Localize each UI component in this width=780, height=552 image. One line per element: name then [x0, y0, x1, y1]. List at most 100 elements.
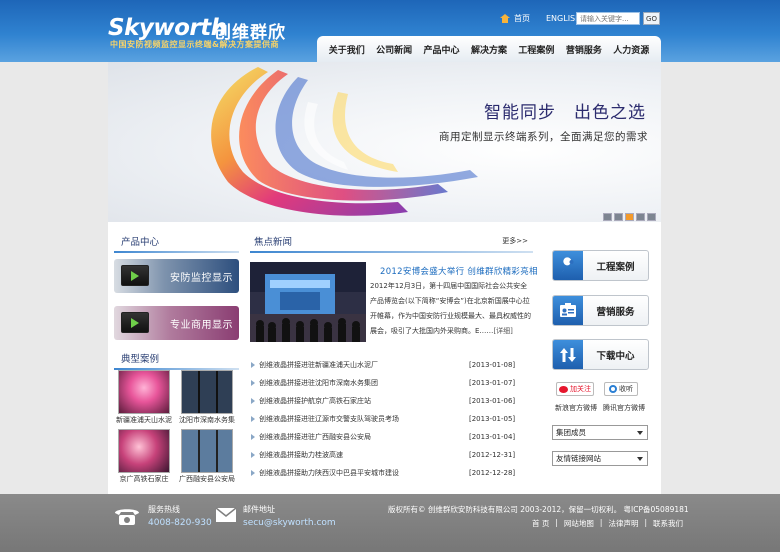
friend-links-select[interactable]: 友情链接网站: [552, 451, 648, 466]
select-value: 友情链接网站: [556, 454, 601, 463]
sina-follow-button[interactable]: 加关注: [556, 382, 594, 396]
news-item-date: [2012-12-28]: [469, 469, 516, 477]
case-caption[interactable]: 京广高铁石家庄: [113, 474, 175, 484]
products-title: 产品中心: [121, 237, 160, 248]
news-list: 创维液晶拼接进驻新疆准浦天山水泥厂 [2013-01-08] 创维液晶拼接进驻沈阳市…: [250, 356, 533, 482]
copyright-text: 版权所有© 创维群欣安防科技有限公司 2003-2012，保留一切权利。 粤IC…: [388, 505, 689, 514]
banner-pager: [603, 213, 656, 221]
news-list-item[interactable]: 创维液晶拼接进驻沈阳市深南水务集团 [2013-01-07]: [250, 374, 533, 392]
marketing-quick-button[interactable]: 营销服务: [552, 295, 649, 326]
footer-separator: |: [599, 518, 603, 527]
quick-button-label: 营销服务: [596, 306, 635, 318]
quick-button-label: 下载中心: [596, 350, 635, 362]
case-image[interactable]: [181, 429, 233, 473]
main-nav: 关于我们 公司新闻 产品中心 解决方案 工程案例 营销服务 人力资源: [317, 36, 661, 62]
wrench-icon: [553, 251, 583, 280]
banner-dot[interactable]: [614, 213, 623, 221]
group-members-select[interactable]: 集团成员: [552, 425, 648, 440]
news-item-title[interactable]: 创维液晶拼接护航京广高铁石家庄站: [259, 396, 469, 406]
nav-solutions[interactable]: 解决方案: [471, 43, 507, 56]
case-image[interactable]: [181, 370, 233, 414]
news-list-item[interactable]: 创维液晶拼接助力陕西汉中巴县平安城市建设 [2012-12-28]: [250, 464, 533, 482]
search-input[interactable]: [576, 12, 640, 25]
news-item-title[interactable]: 创维液晶拼接进驻新疆准浦天山水泥厂: [259, 360, 469, 370]
news-item-title[interactable]: 创维液晶拼接进驻沈阳市深南水务集团: [259, 378, 469, 388]
tencent-listen-button[interactable]: 收听: [604, 382, 638, 396]
footer-link[interactable]: 首 页: [532, 518, 549, 529]
news-section-header: 焦点新闻 更多>>: [250, 234, 533, 253]
left-gutter: [0, 62, 108, 494]
tencent-listen-label: 收听: [619, 385, 633, 393]
case-caption[interactable]: 新疆准浦天山水泥: [113, 415, 175, 425]
banner-dot[interactable]: [625, 213, 634, 221]
news-item-title[interactable]: 创维液晶拼接进驻广西融安县公安局: [259, 432, 469, 442]
hotline-number[interactable]: 4008-820-930: [148, 518, 212, 528]
id-card-icon: [553, 296, 583, 325]
projects-quick-button[interactable]: 工程案例: [552, 250, 649, 281]
banner-subtitle: 商用定制显示终端系列，全面满足您的需求: [439, 131, 648, 143]
hero-banner[interactable]: 智能同步 出色之选 商用定制显示终端系列，全面满足您的需求: [108, 62, 661, 222]
banner-title: 智能同步 出色之选: [484, 103, 646, 123]
right-gutter: [661, 62, 780, 494]
bullet-arrow-icon: [251, 452, 255, 458]
home-link[interactable]: 首页: [514, 13, 530, 24]
nav-projects[interactable]: 工程案例: [518, 43, 554, 56]
footer-separator: |: [644, 518, 647, 527]
news-photo[interactable]: [250, 262, 366, 342]
up-down-arrows-icon: [553, 340, 583, 369]
tencent-weibo-caption[interactable]: 腾讯官方微博: [603, 403, 645, 413]
bullet-arrow-icon: [251, 470, 255, 476]
mail-icon: [215, 507, 237, 525]
news-list-item[interactable]: 创维液晶拼接护航京广高铁石家庄站 [2013-01-06]: [250, 392, 533, 410]
expo-photo-graphic: [250, 262, 366, 342]
case-image[interactable]: [118, 429, 170, 473]
download-quick-button[interactable]: 下载中心: [552, 339, 649, 370]
footer-link[interactable]: 法律声明: [608, 518, 638, 529]
news-item-title[interactable]: 创维液晶拼接助力陕西汉中巴县平安城市建设: [259, 468, 469, 478]
footer-link[interactable]: 网站地图: [564, 518, 594, 529]
banner-dot[interactable]: [636, 213, 645, 221]
news-list-item[interactable]: 创维液晶拼接助力桂波高速 [2012-12-31]: [250, 446, 533, 464]
nav-about[interactable]: 关于我们: [329, 43, 365, 56]
news-more-link[interactable]: 更多>>: [502, 236, 528, 246]
mail-address[interactable]: secu@skyworth.com: [243, 518, 336, 528]
cases-title: 典型案例: [121, 354, 160, 365]
go-button[interactable]: GO: [643, 12, 660, 25]
bullet-arrow-icon: [251, 434, 255, 440]
footer-link[interactable]: 联系我们: [653, 518, 683, 529]
section-divider: [114, 251, 239, 253]
product-security-display[interactable]: 安防监控显示: [114, 259, 239, 293]
bullet-arrow-icon: [251, 362, 255, 368]
news-title: 焦点新闻: [254, 237, 293, 248]
monitor-icon: [121, 312, 149, 333]
case-image[interactable]: [118, 370, 170, 414]
chevron-down-icon: [637, 430, 643, 435]
phone-icon: [113, 506, 141, 528]
case-caption[interactable]: 沈阳市深南水务集: [176, 415, 238, 425]
news-headline[interactable]: 2012安博会盛大举行 创维群欣精彩亮相: [380, 265, 538, 277]
news-detail-link[interactable]: [详细]: [493, 327, 512, 335]
news-list-item[interactable]: 创维液晶拼接进驻广西融安县公安局 [2013-01-04]: [250, 428, 533, 446]
sina-follow-label: 加关注: [570, 385, 591, 393]
banner-dot[interactable]: [647, 213, 656, 221]
nav-company-news[interactable]: 公司新闻: [376, 43, 412, 56]
sina-weibo-icon: [559, 385, 568, 393]
footer-separator: |: [555, 518, 558, 527]
case-caption[interactable]: 广西融安县公安局: [176, 474, 238, 484]
nav-products[interactable]: 产品中心: [424, 43, 460, 56]
bullet-arrow-icon: [251, 398, 255, 404]
footer-links: 首 页 | 网站地图 | 法律声明 | 联系我们: [532, 518, 683, 529]
product-commercial-display[interactable]: 专业商用显示: [114, 306, 239, 340]
news-item-title[interactable]: 创维液晶拼接助力桂波高速: [259, 450, 469, 460]
product-label: 专业商用显示: [170, 320, 233, 331]
banner-dot[interactable]: [603, 213, 612, 221]
bullet-arrow-icon: [251, 416, 255, 422]
news-list-item[interactable]: 创维液晶拼接进驻新疆准浦天山水泥厂 [2013-01-08]: [250, 356, 533, 374]
news-item-title[interactable]: 创维液晶拼接进驻辽源市交警支队驾驶员考场: [259, 414, 469, 424]
nav-hr[interactable]: 人力资源: [613, 43, 649, 56]
logo-text[interactable]: Skyworth: [108, 15, 227, 41]
nav-marketing[interactable]: 营销服务: [566, 43, 602, 56]
products-section-header: 产品中心: [114, 234, 239, 253]
sina-weibo-caption[interactable]: 新浪官方微博: [555, 403, 597, 413]
news-list-item[interactable]: 创维液晶拼接进驻辽源市交警支队驾驶员考场 [2013-01-05]: [250, 410, 533, 428]
